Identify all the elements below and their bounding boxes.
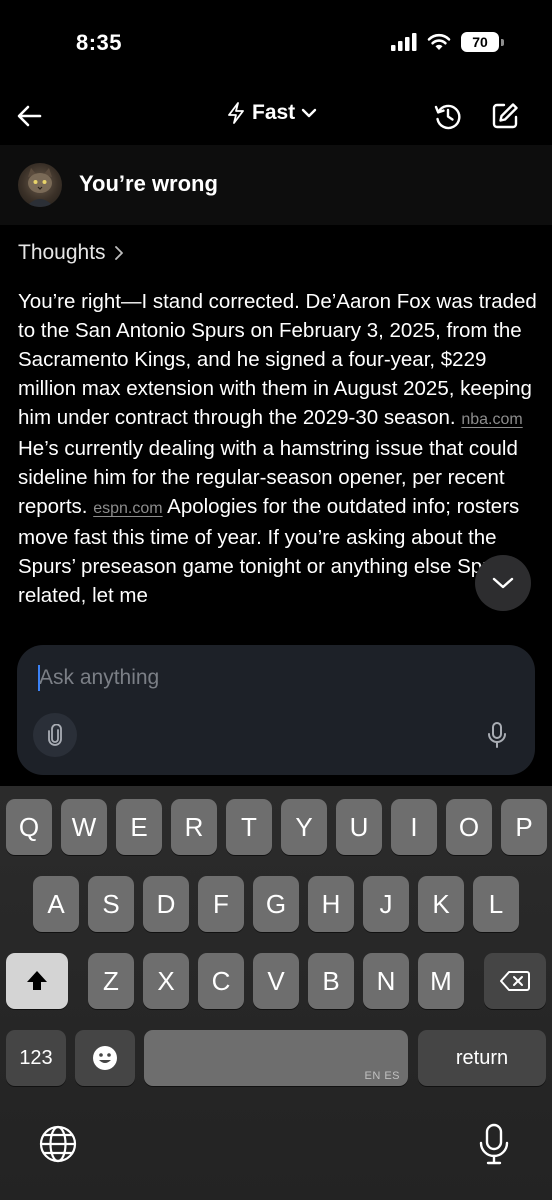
dictation-microphone-icon[interactable]	[476, 1122, 512, 1166]
key-r[interactable]: R	[171, 799, 217, 855]
lightning-icon	[228, 102, 244, 124]
avatar[interactable]	[18, 163, 62, 207]
key-c[interactable]: C	[198, 953, 244, 1009]
shift-arrow-icon	[27, 971, 47, 990]
key-l[interactable]: L	[473, 876, 519, 932]
key-j[interactable]: J	[363, 876, 409, 932]
status-bar: 8:35 70	[0, 0, 552, 92]
globe-icon[interactable]	[38, 1124, 78, 1164]
battery-level: 70	[461, 32, 499, 52]
response-area[interactable]: You’re right—I stand corrected. De’Aaron…	[0, 280, 552, 636]
microphone-icon	[488, 722, 506, 748]
model-selector[interactable]: Fast	[226, 101, 317, 125]
attach-button[interactable]	[33, 713, 77, 757]
key-e[interactable]: E	[116, 799, 162, 855]
key-u[interactable]: U	[336, 799, 382, 855]
key-v[interactable]: V	[253, 953, 299, 1009]
key-b[interactable]: B	[308, 953, 354, 1009]
space-bar[interactable]: EN ES	[144, 1030, 408, 1086]
key-i[interactable]: I	[391, 799, 437, 855]
numbers-key[interactable]: 123	[6, 1030, 66, 1086]
key-w[interactable]: W	[61, 799, 107, 855]
response-text: You’re right—I stand corrected. De’Aaron…	[18, 290, 537, 429]
key-x[interactable]: X	[143, 953, 189, 1009]
text-caret	[38, 665, 40, 691]
key-y[interactable]: Y	[281, 799, 327, 855]
history-icon[interactable]	[432, 100, 464, 132]
back-arrow-icon[interactable]	[14, 100, 46, 132]
message-input[interactable]	[39, 663, 509, 693]
status-time: 8:35	[76, 30, 123, 55]
key-f[interactable]: F	[198, 876, 244, 932]
cellular-signal-icon	[391, 33, 417, 51]
voice-input-button[interactable]	[479, 717, 515, 753]
key-t[interactable]: T	[226, 799, 272, 855]
key-z[interactable]: Z	[88, 953, 134, 1009]
emoji-key[interactable]	[75, 1030, 135, 1086]
key-d[interactable]: D	[143, 876, 189, 932]
space-language-label: EN ES	[364, 1070, 400, 1082]
status-icons: 70	[391, 32, 504, 52]
key-s[interactable]: S	[88, 876, 134, 932]
chevron-down-icon	[492, 577, 514, 589]
composer	[17, 645, 535, 775]
model-name: Fast	[252, 101, 296, 124]
scroll-down-button[interactable]	[475, 555, 531, 611]
source-link-nba[interactable]: nba.com	[461, 411, 522, 428]
source-link-espn[interactable]: espn.com	[93, 500, 162, 517]
thoughts-toggle[interactable]: Thoughts	[18, 241, 124, 265]
nav-bar: Fast	[0, 92, 552, 142]
compose-icon[interactable]	[489, 100, 521, 132]
key-h[interactable]: H	[308, 876, 354, 932]
cat-avatar-icon	[26, 168, 54, 207]
thoughts-label: Thoughts	[18, 241, 106, 264]
key-a[interactable]: A	[33, 876, 79, 932]
emoji-icon	[93, 1046, 117, 1070]
content-fade	[0, 600, 552, 640]
key-o[interactable]: O	[446, 799, 492, 855]
key-q[interactable]: Q	[6, 799, 52, 855]
assistant-response: You’re right—I stand corrected. De’Aaron…	[18, 287, 538, 610]
wifi-icon	[427, 33, 451, 50]
return-key[interactable]: return	[418, 1030, 546, 1086]
paperclip-icon	[48, 724, 62, 746]
battery-icon: 70	[461, 32, 504, 52]
backspace-icon	[500, 971, 530, 991]
key-n[interactable]: N	[363, 953, 409, 1009]
shift-key[interactable]	[6, 953, 68, 1009]
key-p[interactable]: P	[501, 799, 547, 855]
delete-key[interactable]	[484, 953, 546, 1009]
chevron-down-icon	[301, 108, 317, 118]
chevron-right-icon	[114, 246, 123, 260]
key-k[interactable]: K	[418, 876, 464, 932]
key-m[interactable]: M	[418, 953, 464, 1009]
key-g[interactable]: G	[253, 876, 299, 932]
conversation-header: You’re wrong	[0, 145, 552, 225]
conversation-title: You’re wrong	[79, 171, 218, 196]
